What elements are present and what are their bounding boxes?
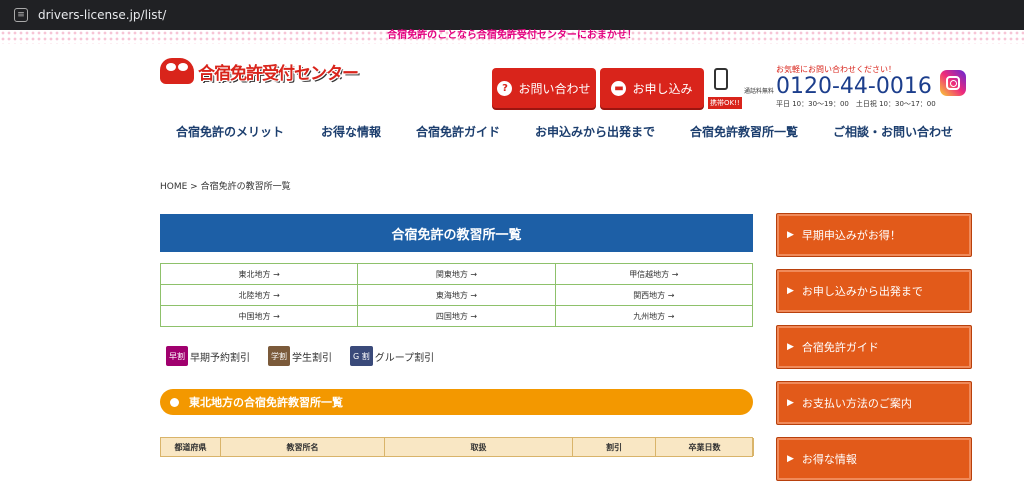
chevron-right-icon: ▶	[787, 454, 794, 464]
legend-group: G 割 グループ割引	[350, 346, 434, 366]
car-logo-icon	[160, 58, 194, 84]
section-title: 東北地方の合宿免許教習所一覧	[189, 396, 343, 409]
question-icon: ?	[497, 80, 513, 96]
legend-label: 早期予約割引	[190, 352, 250, 364]
legend-label: グループ割引	[374, 352, 435, 364]
business-hours: 平日 10：30～19：00 土日祝 10：30～17：00	[776, 100, 936, 108]
sidebar-item-label: お申し込みから出発まで	[801, 285, 923, 298]
sidebar-item-payment[interactable]: ▶ お支払い方法のご案内	[776, 381, 972, 425]
region-link-kansai[interactable]: 関西地方 →	[555, 285, 753, 306]
region-links: 東北地方 → 関東地方 → 甲信越地方 → 北陸地方 → 東海地方 → 関西地方…	[160, 263, 753, 327]
sidebar: ▶ 早期申込みがお得！ ▶ お申し込みから出発まで ▶ 合宿免許ガイド ▶ お支払い方法…	[776, 213, 972, 493]
call-info: お気軽にお問い合わせください！ 0120-44-0016 平日 10：30～19…	[776, 64, 936, 109]
nav-guide[interactable]: 合宿免許ガイド	[416, 123, 500, 140]
mobile-ok-badge: 携帯OK!!	[708, 97, 742, 109]
chevron-right-icon: ▶	[787, 342, 794, 352]
region-link-shikoku[interactable]: 四国地方 →	[358, 306, 556, 327]
tagline: 合宿免許のことなら合宿免許受付センターにおまかせ！	[0, 30, 1024, 44]
legend-early: 早割 早期予約割引	[166, 346, 250, 366]
discount-legend: 早割 早期予約割引 学割 学生割引 G 割 グループ割引	[160, 345, 753, 367]
inquiry-button[interactable]: ? お問い合わせ	[492, 68, 596, 108]
url-text[interactable]: drivers-license.jp/list/	[38, 8, 166, 22]
free-dial-label: 通話料無料	[744, 88, 775, 95]
legend-label: 学生割引	[292, 352, 332, 364]
region-link-kanto[interactable]: 関東地方 →	[358, 264, 556, 285]
header-school-name: 教習所名	[221, 438, 385, 456]
breadcrumb[interactable]: HOME > 合宿免許の教習所一覧	[160, 179, 291, 192]
browser-address-bar[interactable]: ≡ drivers-license.jp/list/	[0, 0, 1024, 30]
chevron-right-icon: ▶	[787, 230, 794, 240]
site-header: 合宿免許受付センター ? お問い合わせ ▬ お申し込み 携帯OK!! 通話料無料…	[0, 44, 1024, 109]
instagram-icon[interactable]	[940, 70, 966, 96]
mobile-phone-icon: 携帯OK!! 通話料無料	[708, 68, 774, 109]
region-link-hokuriku[interactable]: 北陸地方 →	[161, 285, 359, 306]
logo-text: 合宿免許受付センター	[198, 63, 359, 84]
group-discount-badge: G 割	[350, 346, 373, 366]
legend-student: 学割 学生割引	[268, 346, 332, 366]
header-prefecture: 都道府県	[161, 438, 221, 456]
phone-number[interactable]: 0120-44-0016	[776, 75, 936, 99]
region-link-koshinetsu[interactable]: 甲信越地方 →	[555, 264, 753, 285]
site-logo[interactable]: 合宿免許受付センター	[160, 58, 359, 84]
inquiry-label: お問い合わせ	[518, 81, 591, 96]
region-link-chugoku[interactable]: 中国地方 →	[161, 306, 359, 327]
header-graduation-days: 卒業日数	[656, 438, 754, 456]
nav-merit[interactable]: 合宿免許のメリット	[176, 123, 284, 140]
region-link-kyushu[interactable]: 九州地方 →	[555, 306, 753, 327]
sidebar-item-label: 合宿免許ガイド	[801, 341, 879, 354]
main-content: 合宿免許の教習所一覧 東北地方 → 関東地方 → 甲信越地方 → 北陸地方 → …	[160, 214, 754, 457]
section-heading: 東北地方の合宿免許教習所一覧	[160, 389, 753, 415]
bullet-icon	[170, 397, 179, 407]
header-discount: 割引	[573, 438, 656, 456]
sidebar-item-label: お支払い方法のご案内	[801, 397, 912, 410]
apply-label: お申し込み	[632, 81, 693, 96]
nav-deals[interactable]: お得な情報	[321, 123, 381, 140]
nav-school-list[interactable]: 合宿免許教習所一覧	[690, 123, 798, 140]
sidebar-item-early-booking[interactable]: ▶ 早期申込みがお得！	[776, 213, 972, 257]
car-icon: ▬	[611, 80, 627, 96]
sidebar-item-label: 早期申込みがお得！	[801, 229, 901, 242]
sidebar-item-guide[interactable]: ▶ 合宿免許ガイド	[776, 325, 972, 369]
global-nav: 合宿免許のメリット お得な情報 合宿免許ガイド お申込みから出発まで 合宿免許教…	[0, 123, 1024, 140]
school-table-header: 都道府県 教習所名 取扱 割引 卒業日数	[160, 437, 754, 457]
apply-button[interactable]: ▬ お申し込み	[600, 68, 704, 108]
student-discount-badge: 学割	[268, 346, 290, 366]
sidebar-item-application-flow[interactable]: ▶ お申し込みから出発まで	[776, 269, 972, 313]
region-link-tohoku[interactable]: 東北地方 →	[161, 264, 359, 285]
region-link-tokai[interactable]: 東海地方 →	[358, 285, 556, 306]
early-discount-badge: 早割	[166, 346, 188, 366]
sidebar-item-label: お得な情報	[801, 453, 857, 466]
chevron-right-icon: ▶	[787, 398, 794, 408]
chevron-right-icon: ▶	[787, 286, 794, 296]
header-license-types: 取扱	[385, 438, 573, 456]
sidebar-item-deals[interactable]: ▶ お得な情報	[776, 437, 972, 481]
nav-contact[interactable]: ご相談・お問い合わせ	[833, 123, 953, 140]
page-title: 合宿免許の教習所一覧	[160, 214, 753, 252]
nav-application-flow[interactable]: お申込みから出発まで	[535, 123, 655, 140]
site-settings-icon[interactable]: ≡	[14, 8, 28, 22]
